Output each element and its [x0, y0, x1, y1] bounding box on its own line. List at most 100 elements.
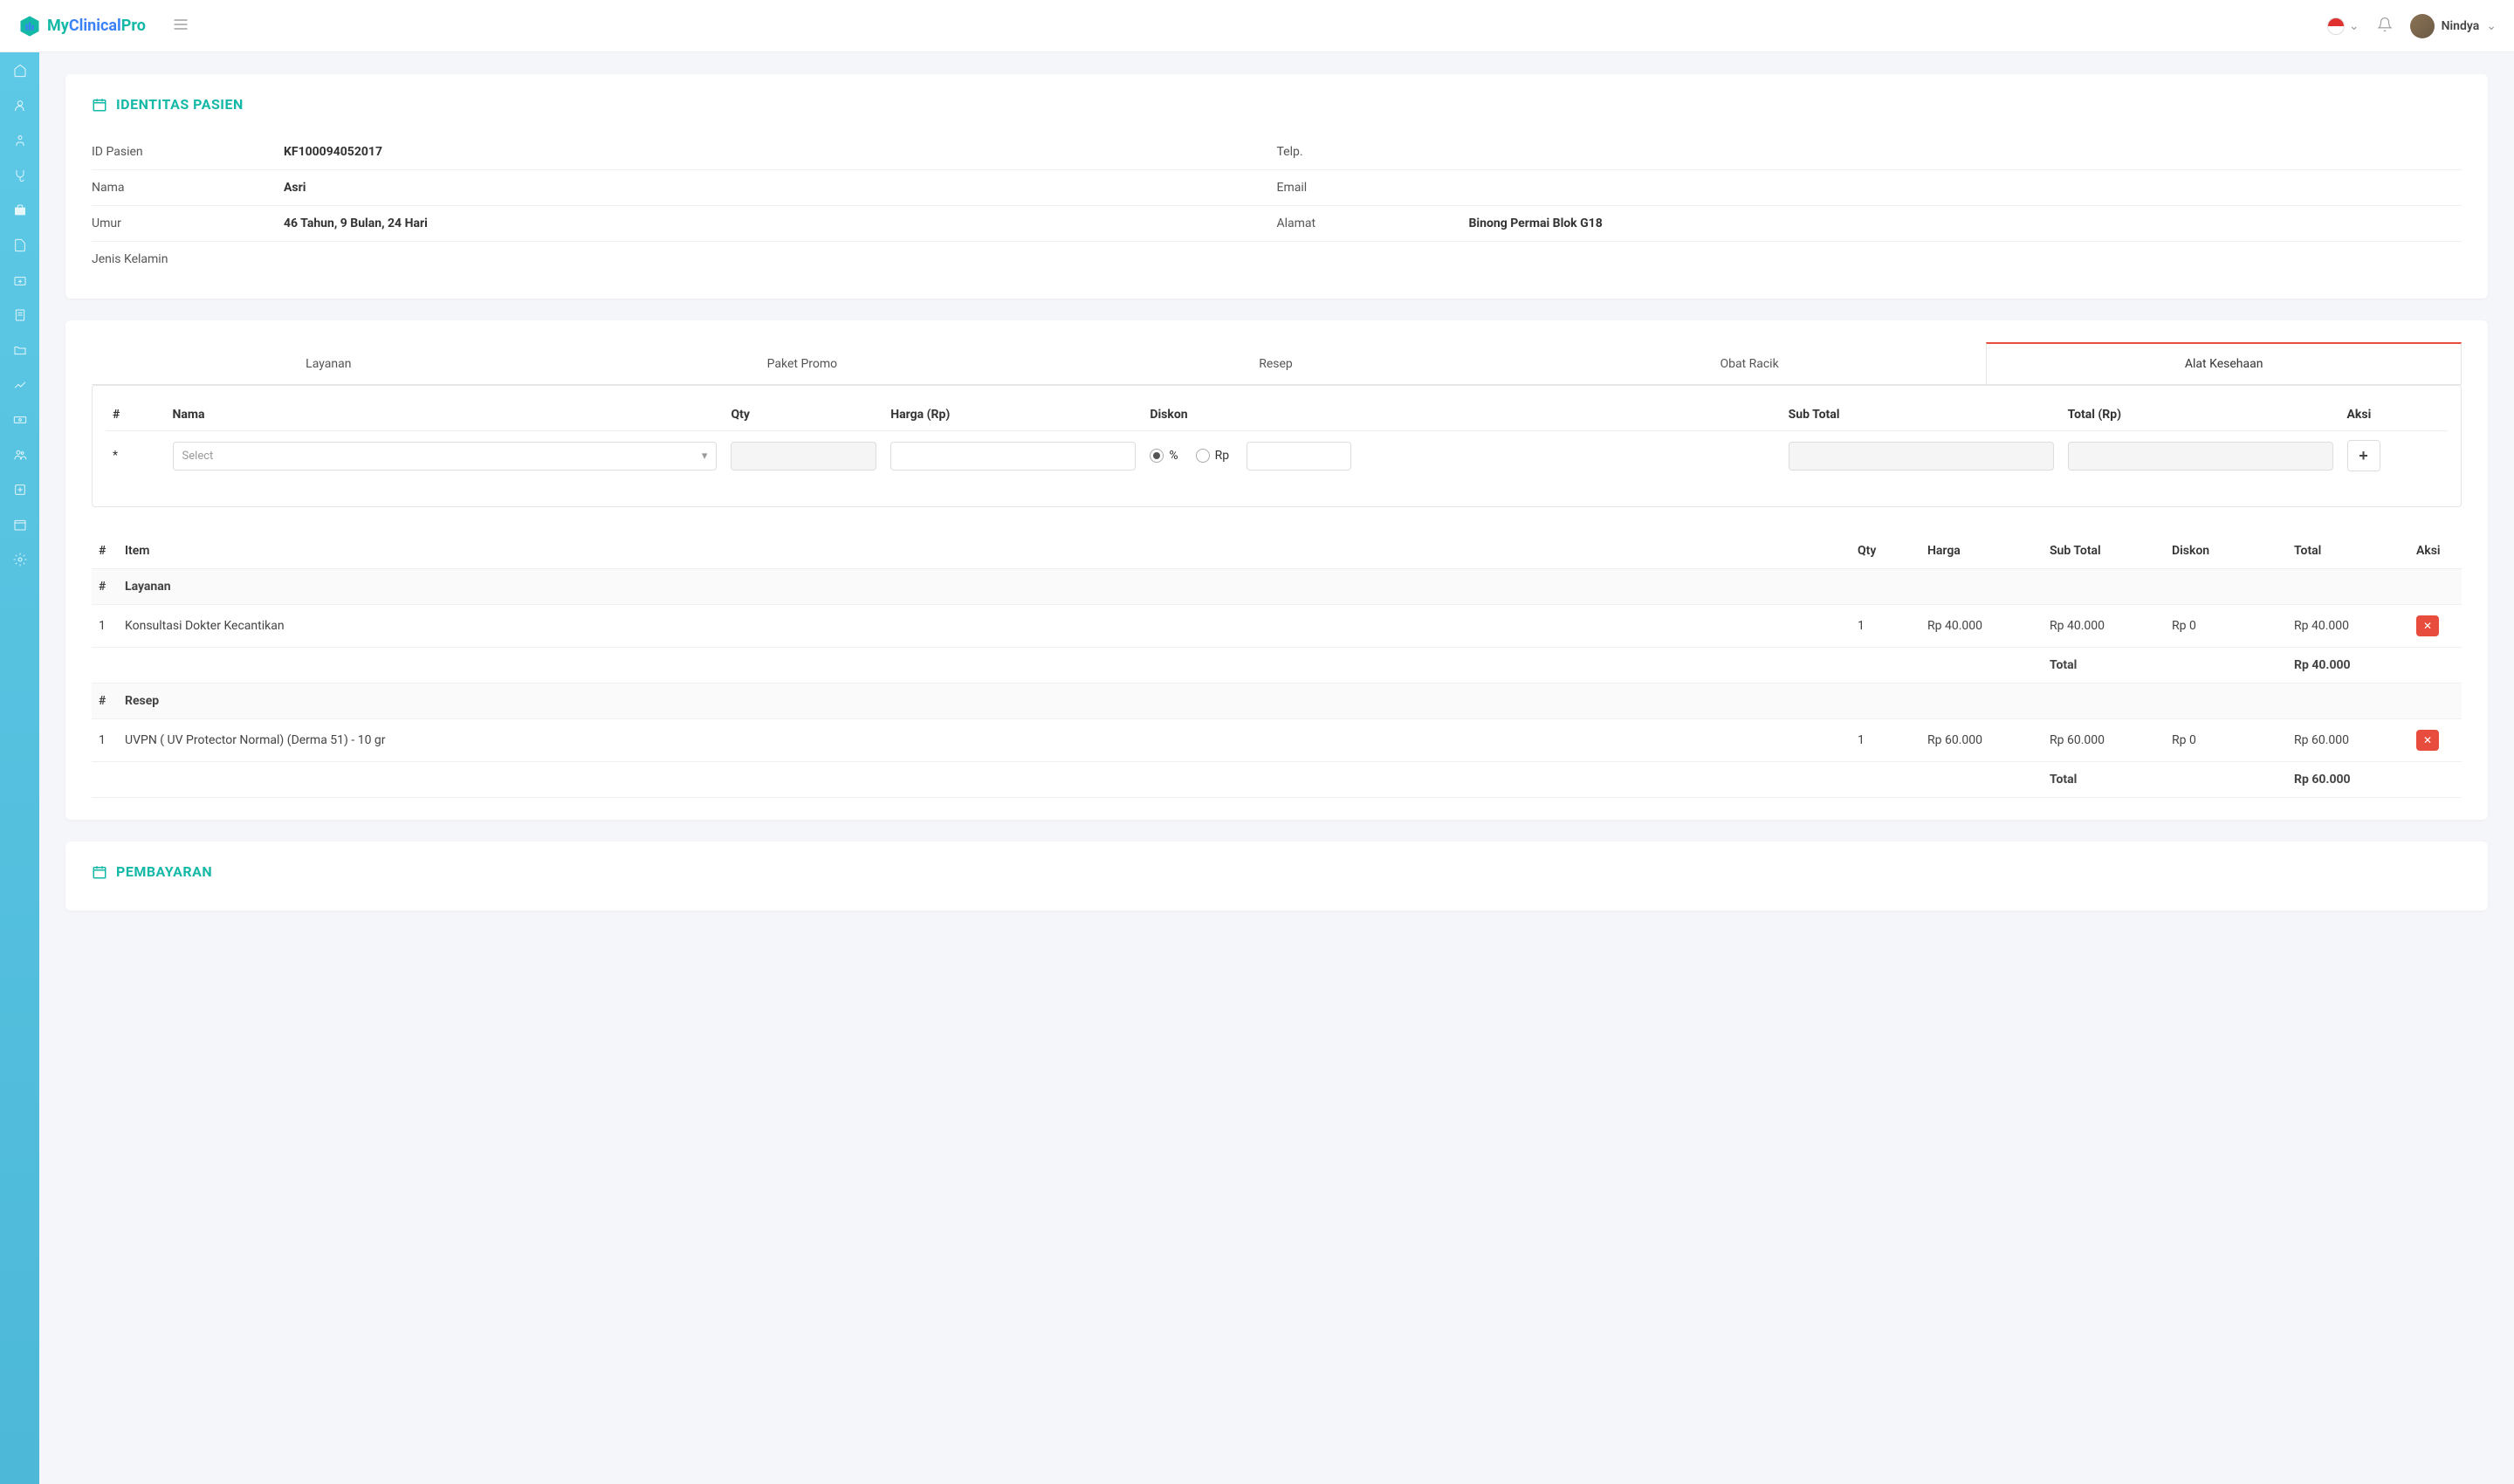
tab-obat-racik[interactable]: Obat Racik [1513, 342, 1987, 384]
sidebar-medkit-icon[interactable] [0, 271, 39, 290]
sum-col-num: # [92, 533, 118, 569]
payment-card: PEMBAYARAN [65, 842, 2488, 910]
add-item-button[interactable]: + [2347, 440, 2380, 471]
entry-table: # Nama Qty Harga (Rp) Diskon Sub Total T… [106, 399, 2448, 480]
sidebar-group-icon[interactable] [0, 445, 39, 464]
subtotal-input[interactable] [1789, 442, 2054, 471]
sidebar-plus-icon[interactable] [0, 480, 39, 499]
sum-col-subtotal: Sub Total [2043, 533, 2165, 569]
radio-percent[interactable]: % [1150, 449, 1178, 463]
label-address: Alamat [1277, 216, 1469, 230]
sidebar-calendar-icon[interactable] [0, 515, 39, 534]
label-gender: Jenis Kelamin [92, 252, 284, 266]
label-name: Nama [92, 181, 284, 195]
radio-circle-icon [1150, 449, 1164, 463]
row-total: Rp 40.000 [2287, 605, 2409, 648]
sidebar-clipboard-icon[interactable] [0, 306, 39, 325]
logo-text-my: My [47, 17, 69, 35]
tab-paket-promo[interactable]: Paket Promo [566, 342, 1040, 384]
radio-rp[interactable]: Rp [1196, 449, 1230, 463]
section-total-label: Total [2043, 762, 2165, 798]
total-input[interactable] [2068, 442, 2333, 471]
sum-col-aksi: Aksi [2409, 533, 2462, 569]
section-title: Layanan [118, 569, 2462, 605]
sidebar-money-icon[interactable] [0, 410, 39, 429]
sidebar-file-icon[interactable] [0, 236, 39, 255]
calendar-icon [92, 97, 107, 113]
payment-card-title: PEMBAYARAN [116, 863, 212, 880]
item-tabs: Layanan Paket Promo Resep Obat Racik Ala… [92, 342, 2462, 385]
username: Nindya [2442, 19, 2480, 33]
sidebar-stethoscope-icon[interactable] [0, 166, 39, 185]
logo-text-clinical: Clinical [69, 17, 121, 35]
topbar-right: ⌄ Nindya ⌄ [2327, 14, 2497, 38]
col-total: Total (Rp) [2061, 399, 2340, 431]
sidebar-chart-icon[interactable] [0, 375, 39, 395]
col-aksi: Aksi [2340, 399, 2448, 431]
row-harga: Rp 40.000 [1920, 605, 2043, 648]
sidebar-folder-icon[interactable] [0, 340, 39, 360]
sidebar-home-icon[interactable] [0, 61, 39, 80]
col-subtotal: Sub Total [1782, 399, 2061, 431]
section-num: # [92, 569, 118, 605]
delete-row-button[interactable]: ✕ [2416, 730, 2439, 751]
summary-table: # Item Qty Harga Sub Total Diskon Total … [92, 533, 2462, 798]
harga-input[interactable] [890, 442, 1136, 471]
sum-col-item: Item [118, 533, 1851, 569]
qty-input[interactable] [731, 442, 876, 471]
percent-label: % [1169, 449, 1178, 463]
entry-row-star: * [106, 431, 166, 481]
items-card: Layanan Paket Promo Resep Obat Racik Ala… [65, 320, 2488, 820]
label-patient-id: ID Pasien [92, 145, 284, 159]
logo[interactable]: MyClinicalPro [17, 14, 146, 38]
sidebar [0, 52, 39, 1484]
section-total-value: Rp 60.000 [2287, 762, 2409, 798]
sidebar-briefcase-icon[interactable] [0, 201, 39, 220]
section-total-value: Rp 40.000 [2287, 648, 2409, 684]
logo-icon [17, 14, 42, 38]
value-name: Asri [284, 181, 306, 195]
notifications-icon[interactable] [2377, 17, 2393, 36]
sidebar-users-icon[interactable] [0, 96, 39, 115]
row-item: UVPN ( UV Protector Normal) (Derma 51) -… [118, 719, 1851, 762]
patient-identity-card: IDENTITAS PASIEN ID Pasien KF10009405201… [65, 74, 2488, 299]
topbar: MyClinicalPro ⌄ Nindya ⌄ [0, 0, 2514, 52]
row-diskon: Rp 0 [2165, 719, 2287, 762]
col-qty: Qty [724, 399, 883, 431]
row-diskon: Rp 0 [2165, 605, 2287, 648]
menu-toggle-icon[interactable] [172, 16, 189, 37]
main-content: IDENTITAS PASIEN ID Pasien KF10009405201… [39, 52, 2514, 954]
section-total-row: Total Rp 40.000 [92, 648, 2462, 684]
section-total-label: Total [2043, 648, 2165, 684]
sum-col-total: Total [2287, 533, 2409, 569]
tab-layanan[interactable]: Layanan [92, 342, 566, 384]
language-selector[interactable]: ⌄ [2327, 17, 2359, 35]
flag-icon [2327, 17, 2345, 35]
label-email: Email [1277, 181, 1469, 195]
section-num: # [92, 684, 118, 719]
value-patient-id: KF100094052017 [284, 145, 382, 159]
section-total-row: Total Rp 60.000 [92, 762, 2462, 798]
sum-col-harga: Harga [1920, 533, 2043, 569]
col-harga: Harga (Rp) [883, 399, 1143, 431]
row-item: Konsultasi Dokter Kecantikan [118, 605, 1851, 648]
sidebar-gear-icon[interactable] [0, 550, 39, 569]
calendar-icon [92, 864, 107, 880]
payment-card-header: PEMBAYARAN [92, 863, 2462, 880]
table-row: 1UVPN ( UV Protector Normal) (Derma 51) … [92, 719, 2462, 762]
select-placeholder: Select [182, 450, 214, 463]
user-menu[interactable]: Nindya ⌄ [2410, 14, 2497, 38]
tab-alat-kesehatan[interactable]: Alat Kesehaan [1986, 342, 2462, 384]
entry-form: # Nama Qty Harga (Rp) Diskon Sub Total T… [92, 385, 2462, 507]
chevron-down-icon: ⌄ [2486, 19, 2497, 33]
value-address: Binong Permai Blok G18 [1469, 216, 1603, 230]
value-age: 46 Tahun, 9 Bulan, 24 Hari [284, 216, 428, 230]
delete-row-button[interactable]: ✕ [2416, 615, 2439, 636]
col-nama: Nama [166, 399, 725, 431]
tab-resep[interactable]: Resep [1039, 342, 1513, 384]
item-select[interactable]: Select ▾ [173, 442, 718, 471]
row-qty: 1 [1851, 605, 1920, 648]
diskon-input[interactable] [1247, 442, 1351, 471]
sidebar-person-icon[interactable] [0, 131, 39, 150]
row-harga: Rp 60.000 [1920, 719, 2043, 762]
